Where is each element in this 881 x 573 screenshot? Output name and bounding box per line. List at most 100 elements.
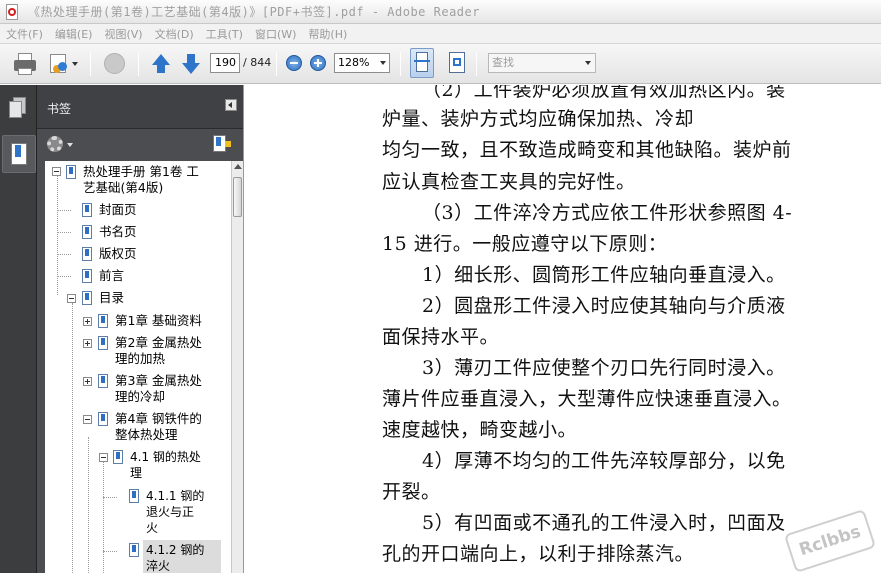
watermark-logo: Rclbbs xyxy=(783,509,877,573)
menu-edit[interactable]: 编辑(E) xyxy=(49,26,99,42)
zoom-out-icon[interactable] xyxy=(286,55,302,71)
menu-window[interactable]: 窗口(W) xyxy=(249,26,302,42)
chevron-down-icon xyxy=(380,61,386,65)
bookmark-item-cover[interactable]: 封面页 xyxy=(99,202,137,218)
bookmark-item-preface[interactable]: 前言 xyxy=(99,268,124,284)
bookmark-item-4-1-1[interactable]: 4.1.1 钢的 退火与正火 xyxy=(146,488,204,536)
text-line: 15 进行。一般应遵守以下原则： xyxy=(382,233,668,255)
bookmark-icon xyxy=(98,374,108,388)
zoom-select[interactable]: 128% xyxy=(334,53,390,73)
bookmark-icon xyxy=(113,450,123,464)
bookmark-item-title-page[interactable]: 书名页 xyxy=(99,224,137,240)
bookmarks-icon[interactable] xyxy=(2,135,36,173)
bookmark-icon xyxy=(98,314,108,328)
text-line: 面保持水平。 xyxy=(382,326,500,348)
menu-tools[interactable]: 工具(T) xyxy=(200,26,249,42)
new-bookmark-icon[interactable] xyxy=(213,135,231,153)
arrow-down-icon[interactable] xyxy=(180,52,202,76)
zoom-in-icon[interactable] xyxy=(310,55,326,71)
chevron-left-icon xyxy=(228,102,232,108)
scroll-up-icon[interactable] xyxy=(234,164,242,169)
bookmark-icon xyxy=(129,489,139,503)
bookmark-item-chapter-3[interactable]: 第3章 金属热处 理的冷却 xyxy=(115,373,202,405)
zoom-value: 128% xyxy=(338,56,370,69)
menu-help[interactable]: 帮助(H) xyxy=(302,26,353,42)
window-title: 《热处理手册(第1卷)工艺基础(第4版)》[PDF+书签].pdf - Adob… xyxy=(28,5,480,19)
fit-page-icon[interactable] xyxy=(447,51,467,75)
bookmark-item-handbook[interactable]: 热处理手册 第1卷 工艺基础(第4版) xyxy=(83,164,199,196)
text-line: 孔的开口端向上，以利于排除蒸汽。 xyxy=(382,543,695,565)
panel-tools xyxy=(37,129,243,159)
bookmark-item-chapter-1[interactable]: 第1章 基础资料 xyxy=(115,313,202,329)
bookmark-item-chapter-4[interactable]: 第4章 钢铁件的 整体热处理 xyxy=(115,411,202,443)
panel-header: 书签 xyxy=(37,85,243,129)
collapse-toggle[interactable] xyxy=(67,294,76,303)
find-placeholder: 查找 xyxy=(492,56,514,69)
gear-icon[interactable] xyxy=(47,136,63,152)
bookmark-item-chapter-2[interactable]: 第2章 金属热处 理的加热 xyxy=(115,335,202,367)
bookmark-icon xyxy=(129,543,139,557)
menu-view[interactable]: 视图(V) xyxy=(98,26,148,42)
tree-guide xyxy=(57,276,71,277)
toolbar-separator xyxy=(138,52,139,76)
expand-toggle[interactable] xyxy=(83,339,92,348)
arrow-up-icon[interactable] xyxy=(150,52,172,76)
collapse-toggle[interactable] xyxy=(52,167,61,176)
toolbar-separator xyxy=(276,52,277,76)
tree-guide xyxy=(72,303,73,573)
bookmark-icon xyxy=(98,336,108,350)
expand-toggle[interactable] xyxy=(83,317,92,326)
text-line: （2）工件装炉必须放置有效加热区内。装 xyxy=(422,85,786,101)
collapse-toggle[interactable] xyxy=(83,415,92,424)
text-line: 均匀一致，且不致造成畸变和其他缺陷。装炉前 xyxy=(382,139,792,161)
menu-document[interactable]: 文档(D) xyxy=(149,26,200,42)
navigation-rail xyxy=(0,85,37,573)
globe-icon xyxy=(102,52,128,76)
scroll-thumb[interactable] xyxy=(233,177,242,217)
toolbar-separator xyxy=(400,52,401,76)
text-line: 炉量、装炉方式均应确保加热、冷却 xyxy=(382,108,695,130)
tree-guide xyxy=(57,210,71,211)
bookmark-scrollbar[interactable] xyxy=(231,161,243,573)
text-line: 薄片件应垂直浸入，大型薄件应快速垂直浸入。 xyxy=(382,388,792,410)
bookmark-item-4-1-2[interactable]: 4.1.2 钢的 淬火 xyxy=(146,542,204,573)
bookmark-item-4-1[interactable]: 4.1 钢的热处理 xyxy=(130,449,201,481)
text-line: 4）厚薄不均匀的工件先淬较厚部分，以免 xyxy=(422,450,786,472)
tree-guide xyxy=(103,461,104,573)
text-line: 应认真检查工夹具的完好性。 xyxy=(382,171,636,193)
fit-width-icon[interactable] xyxy=(410,48,434,78)
text-line: 2）圆盘形工件浸入时应使其轴向与介质液 xyxy=(422,295,786,317)
document-view[interactable]: （2）工件装炉必须放置有效加热区内。装 炉量、装炉方式均应确保加热、冷却 均匀一… xyxy=(243,85,881,573)
printer-icon[interactable] xyxy=(12,52,38,76)
text-line: 速度越快，畸变越小。 xyxy=(382,419,578,441)
bookmark-icon xyxy=(98,412,108,426)
find-input[interactable]: 查找 xyxy=(488,53,596,73)
tree-guide xyxy=(103,497,117,498)
menu-bar: 文件(F) 编辑(E) 视图(V) 文档(D) 工具(T) 窗口(W) 帮助(H… xyxy=(0,24,881,44)
tree-guide xyxy=(103,551,117,552)
text-line: 1）细长形、圆筒形工件应轴向垂直浸入。 xyxy=(422,264,786,286)
bookmark-item-copyright[interactable]: 版权页 xyxy=(99,246,137,262)
tree-guide xyxy=(57,232,71,233)
bookmark-item-contents[interactable]: 目录 xyxy=(99,290,124,306)
text-line: 3）薄刃工件应使整个刃口先行同时浸入。 xyxy=(422,357,786,379)
collapse-toggle[interactable] xyxy=(99,453,108,462)
bookmark-icon xyxy=(82,269,92,283)
chevron-down-icon xyxy=(585,61,591,65)
chevron-down-icon[interactable] xyxy=(67,143,73,147)
expand-toggle[interactable] xyxy=(83,377,92,386)
panel-title: 书签 xyxy=(47,102,72,116)
page-number-input[interactable]: 190 xyxy=(210,53,240,73)
text-line: 开裂。 xyxy=(382,481,441,503)
collapse-panel-button[interactable] xyxy=(225,99,237,111)
tree-guide xyxy=(88,437,89,573)
tree-guide xyxy=(57,175,58,295)
menu-file[interactable]: 文件(F) xyxy=(0,26,49,42)
review-icon[interactable] xyxy=(48,52,78,76)
bookmark-tree: 热处理手册 第1卷 工艺基础(第4版) 封面页 书名页 版权页 前言 目录 第1… xyxy=(45,161,231,573)
page-total: / 844 xyxy=(243,56,272,69)
toolbar xyxy=(0,44,881,84)
pages-icon[interactable] xyxy=(9,97,27,119)
toolbar-separator xyxy=(90,52,91,76)
bookmark-icon xyxy=(82,203,92,217)
